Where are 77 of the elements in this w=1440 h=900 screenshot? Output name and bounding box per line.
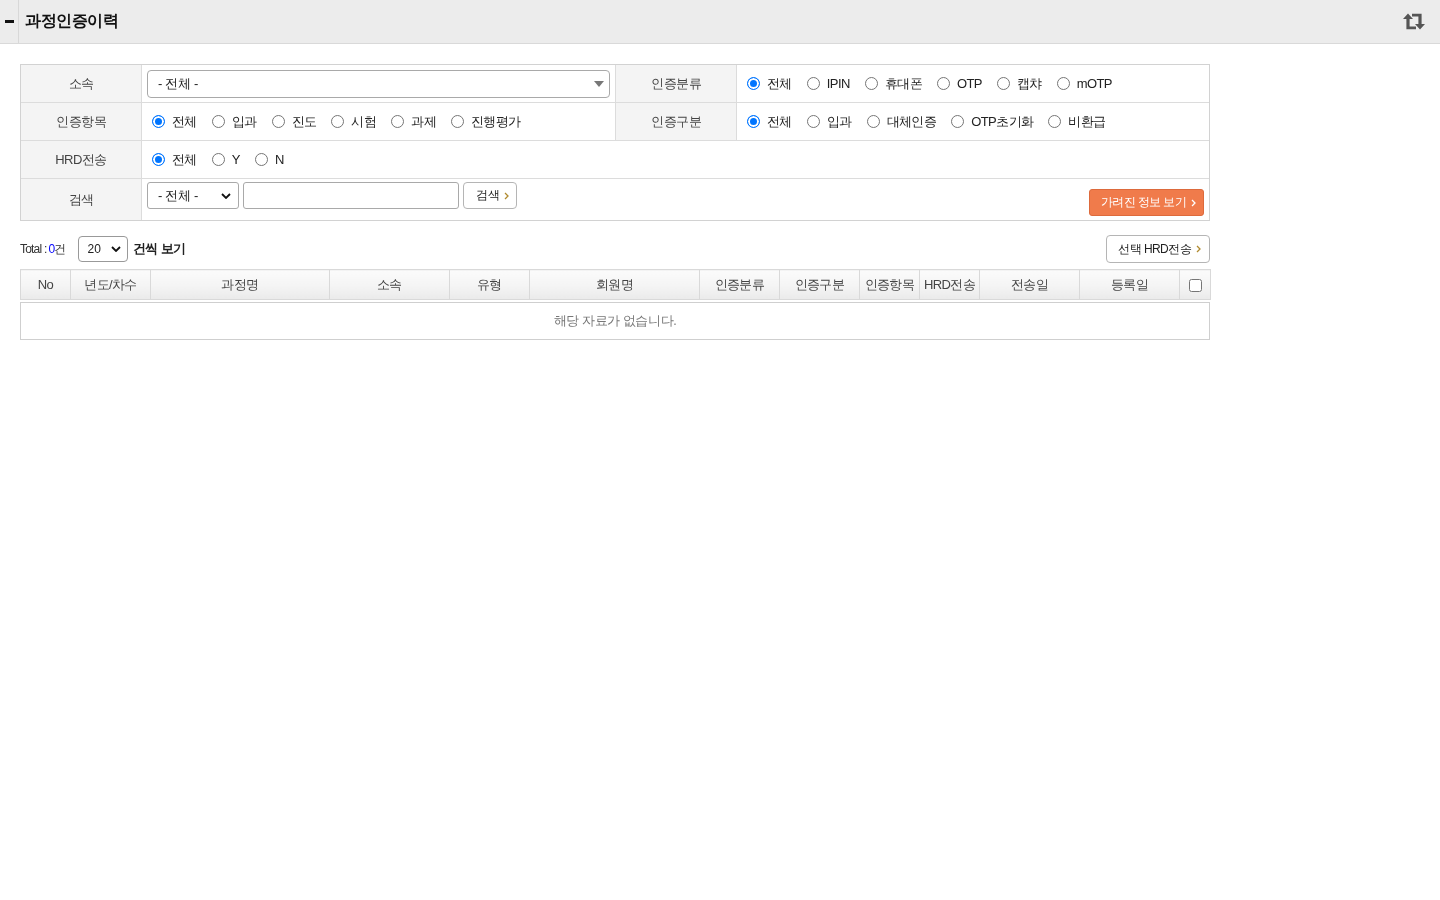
filter-label: 인증분류 <box>616 65 736 102</box>
option-label[interactable]: 과제 <box>411 112 437 131</box>
column-header: 인증분류 <box>699 269 780 300</box>
affiliation-select[interactable]: - 전체 - <box>147 69 610 98</box>
option-label[interactable]: 진도 <box>291 112 317 131</box>
column-header: 전송일 <box>979 269 1080 300</box>
radio-button[interactable] <box>951 115 965 128</box>
option-label[interactable]: 비환급 <box>1068 112 1106 131</box>
radio-button[interactable] <box>1056 77 1070 90</box>
chevron-down-icon <box>221 192 231 199</box>
radio-button[interactable] <box>996 77 1010 90</box>
column-header: 소속 <box>329 269 450 300</box>
radio-button[interactable] <box>936 77 950 90</box>
select-all-checkbox[interactable] <box>1188 279 1202 293</box>
column-header: 회원명 <box>529 269 700 300</box>
search-button[interactable]: 검색 <box>463 182 517 209</box>
radio-button[interactable] <box>864 77 878 90</box>
radio-button[interactable] <box>747 115 760 128</box>
column-header: No <box>20 269 71 300</box>
option-label[interactable]: Y <box>231 152 240 167</box>
radio-button[interactable] <box>211 115 225 128</box>
search-input[interactable] <box>243 182 459 209</box>
chevron-right-icon <box>1196 245 1201 253</box>
option-label[interactable]: OTP초기화 <box>971 112 1034 131</box>
filter-label: 인증항목 <box>21 103 141 140</box>
column-header: 과정명 <box>150 269 330 300</box>
option-label[interactable]: OTP <box>956 76 982 91</box>
radio-button[interactable] <box>152 153 165 166</box>
chevron-right-icon <box>504 191 509 200</box>
radio-button[interactable] <box>254 153 268 166</box>
option-label[interactable]: mOTP <box>1076 76 1112 91</box>
radio-button[interactable] <box>271 115 285 128</box>
caret-icon <box>594 80 604 87</box>
column-header: 인증항목 <box>859 269 920 300</box>
radio-button[interactable] <box>211 153 225 166</box>
option-label[interactable]: 입과 <box>826 112 852 131</box>
minus-icon[interactable] <box>4 20 14 23</box>
radio-button[interactable] <box>747 77 760 90</box>
radio-button[interactable] <box>806 115 820 128</box>
option-label[interactable]: N <box>274 152 284 167</box>
radio-button[interactable] <box>391 115 405 128</box>
option-label[interactable]: 캡챠 <box>1016 74 1042 93</box>
column-header: HRD전송 <box>919 269 980 300</box>
option-label[interactable]: 전체 <box>767 112 792 131</box>
option-label[interactable]: 전체 <box>767 74 792 93</box>
radio-button[interactable] <box>152 115 165 128</box>
radio-button[interactable] <box>806 77 820 90</box>
radio-button[interactable] <box>866 115 880 128</box>
option-label[interactable]: 휴대폰 <box>884 74 922 93</box>
refresh-icon[interactable] <box>1402 13 1426 30</box>
option-label[interactable]: 시험 <box>351 112 377 131</box>
search-type-select[interactable]: - 전체 - <box>147 182 239 209</box>
option-label[interactable]: 입과 <box>231 112 257 131</box>
chevron-down-icon <box>110 246 121 252</box>
page-title: 과정인증이력 <box>25 11 118 31</box>
column-header: 유형 <box>449 269 530 300</box>
filter-label: 인증구분 <box>616 103 736 140</box>
chevron-right-icon <box>1191 198 1196 207</box>
filter-label: 소속 <box>21 65 141 102</box>
total-count: Total : 0건 <box>20 240 66 258</box>
filter-label: HRD전송 <box>21 141 141 178</box>
send-hrd-button[interactable]: 선택 HRD전송 <box>1106 235 1210 263</box>
option-label[interactable]: IPIN <box>826 76 850 91</box>
option-label[interactable]: 진행평가 <box>471 112 521 131</box>
column-header: 인증구분 <box>779 269 860 300</box>
filter-label: 검색 <box>21 179 141 220</box>
radio-button[interactable] <box>451 115 465 128</box>
option-label[interactable]: 대체인증 <box>886 112 937 131</box>
page-size-label: 건씩 보기 <box>132 240 186 258</box>
column-header: 등록일 <box>1079 269 1180 300</box>
option-label[interactable]: 전체 <box>172 112 197 131</box>
column-header: 년도/차수 <box>70 269 151 300</box>
page-size-select[interactable]: 20 <box>77 236 128 262</box>
option-label[interactable]: 전체 <box>172 150 197 169</box>
radio-button[interactable] <box>1048 115 1062 128</box>
radio-button[interactable] <box>331 115 345 128</box>
empty-message: 해당 자료가 없습니다. <box>20 302 1210 340</box>
